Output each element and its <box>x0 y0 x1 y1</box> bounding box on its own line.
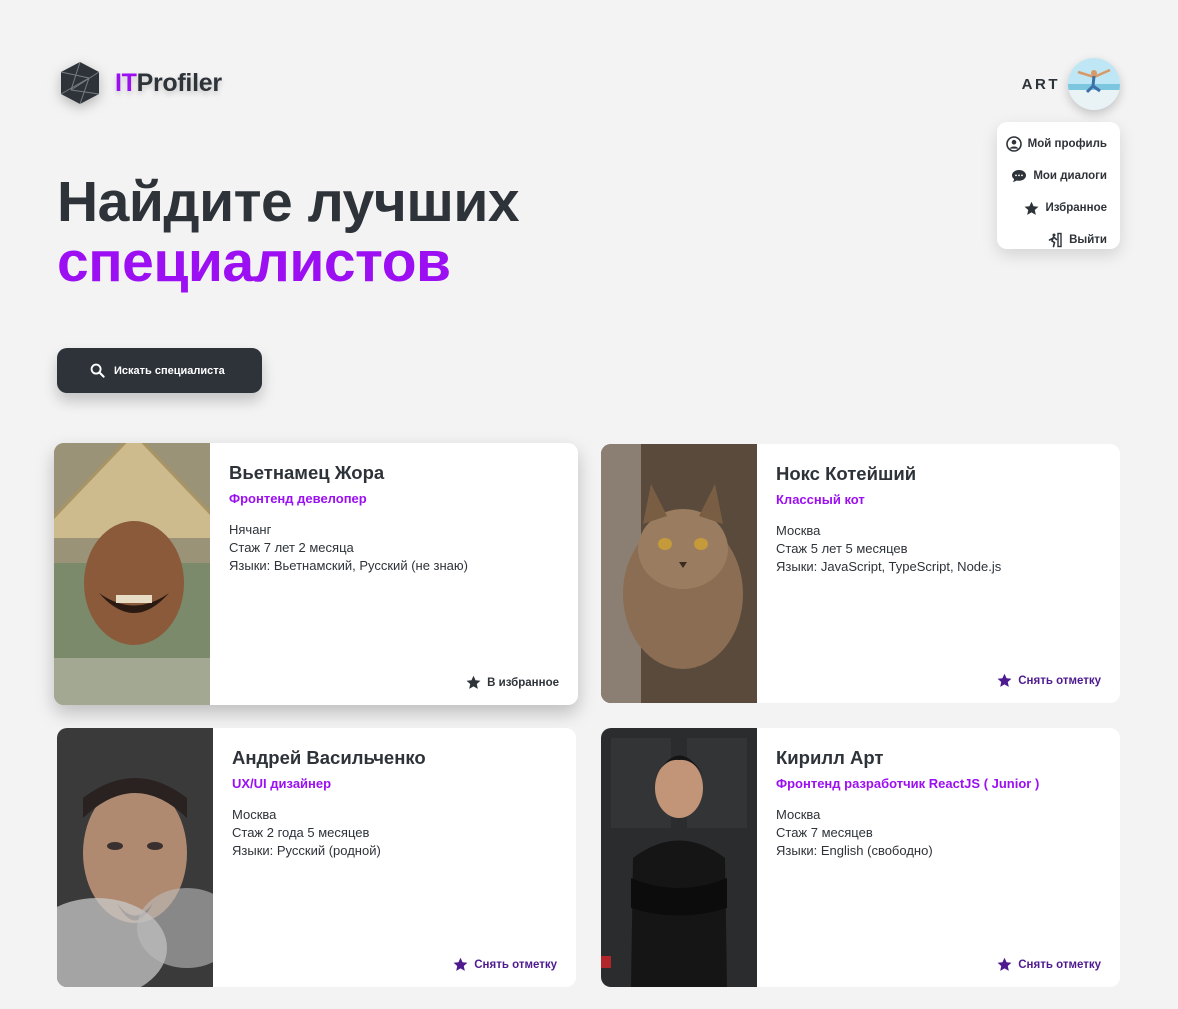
specialist-info: Москва Стаж 2 года 5 месяцев Языки: Русс… <box>232 806 557 860</box>
star-icon <box>466 675 481 689</box>
add-favorite-button[interactable]: В избранное <box>466 675 559 690</box>
specialist-role: Фронтенд девелопер <box>229 491 367 506</box>
favorite-label: В избранное <box>487 676 559 689</box>
specialist-card[interactable]: Нокс Котейший Классный кот Москва Стаж 5… <box>601 444 1120 703</box>
exit-icon <box>1048 232 1062 248</box>
user-dropdown-menu: Мой профиль Мои диалоги Избранное Выйти <box>997 122 1120 249</box>
specialist-role: Классный кот <box>776 492 865 507</box>
specialist-languages: Языки: JavaScript, TypeScript, Node.js <box>776 559 1002 574</box>
specialist-info: Москва Стаж 7 месяцев Языки: English (св… <box>776 806 1101 860</box>
specialist-name[interactable]: Андрей Васильченко <box>232 747 557 769</box>
star-icon <box>1025 201 1039 215</box>
search-icon <box>90 363 105 378</box>
specialist-experience: Стаж 7 месяцев <box>776 825 873 840</box>
card-body: Вьетнамец Жора Фронтенд девелопер Нячанг… <box>210 443 578 705</box>
specialist-name[interactable]: Кирилл Арт <box>776 747 1101 769</box>
menu-item-profile[interactable]: Мой профиль <box>997 128 1107 160</box>
menu-item-logout[interactable]: Выйти <box>997 224 1107 256</box>
search-button-label: Искать специалиста <box>114 364 225 377</box>
specialist-name[interactable]: Вьетнамец Жора <box>229 462 559 484</box>
specialist-experience: Стаж 2 года 5 месяцев <box>232 825 370 840</box>
remove-favorite-button[interactable]: Снять отметку <box>997 957 1101 972</box>
hexagon-logo-icon <box>60 61 100 105</box>
specialist-info: Москва Стаж 5 лет 5 месяцев Языки: JavaS… <box>776 522 1101 576</box>
search-specialist-button[interactable]: Искать специалиста <box>57 348 262 393</box>
specialist-photo <box>57 728 213 987</box>
specialist-experience: Стаж 7 лет 2 месяца <box>229 540 354 555</box>
hero-heading: Найдите лучших специалистов <box>57 170 520 294</box>
chat-bubble-icon <box>1012 170 1027 183</box>
specialist-city: Нячанг <box>229 522 272 537</box>
menu-item-label: Мои диалоги <box>1033 170 1107 182</box>
avatar[interactable] <box>1068 58 1120 110</box>
specialist-experience: Стаж 5 лет 5 месяцев <box>776 541 908 556</box>
menu-item-label: Мой профиль <box>1027 138 1107 150</box>
specialist-city: Москва <box>776 807 821 822</box>
menu-item-label: Выйти <box>1069 234 1107 246</box>
specialist-photo <box>601 444 757 703</box>
specialist-photo <box>601 728 757 987</box>
remove-favorite-button[interactable]: Снять отметку <box>453 957 557 972</box>
star-icon <box>997 673 1012 687</box>
specialist-info: Нячанг Стаж 7 лет 2 месяца Языки: Вьетна… <box>229 521 559 575</box>
avatar-image <box>1068 58 1120 110</box>
specialist-name[interactable]: Нокс Котейший <box>776 463 1101 485</box>
specialist-city: Москва <box>776 523 821 538</box>
hero-line-1: Найдите лучших <box>57 170 520 234</box>
menu-item-label: Избранное <box>1045 202 1107 214</box>
favorite-label: Снять отметку <box>474 958 557 971</box>
card-body: Нокс Котейший Классный кот Москва Стаж 5… <box>757 444 1120 703</box>
specialist-card[interactable]: Вьетнамец Жора Фронтенд девелопер Нячанг… <box>54 443 578 705</box>
specialist-languages: Языки: Русский (родной) <box>232 843 381 858</box>
star-icon <box>453 957 468 971</box>
menu-item-dialogs[interactable]: Мои диалоги <box>997 160 1107 192</box>
specialist-languages: Языки: English (свободно) <box>776 843 933 858</box>
logo-text-accent: IT <box>115 68 137 97</box>
card-body: Андрей Васильченко UX/UI дизайнер Москва… <box>213 728 576 987</box>
specialist-photo <box>54 443 210 705</box>
logo-text-rest: Profiler <box>136 68 222 97</box>
specialist-role: UX/UI дизайнер <box>232 776 332 791</box>
specialist-languages: Языки: Вьетнамский, Русский (не знаю) <box>229 558 468 573</box>
specialist-card[interactable]: Кирилл Арт Фронтенд разработчик ReactJS … <box>601 728 1120 987</box>
logo-text: ITProfiler <box>115 69 222 98</box>
user-profile-toggle[interactable]: ART <box>1022 58 1120 110</box>
favorite-label: Снять отметку <box>1018 958 1101 971</box>
logo[interactable]: ITProfiler <box>57 60 222 106</box>
specialist-city: Москва <box>232 807 277 822</box>
specialist-role: Фронтенд разработчик ReactJS ( Junior ) <box>776 776 1040 791</box>
menu-item-favorites[interactable]: Избранное <box>997 192 1107 224</box>
user-name: ART <box>1021 75 1060 93</box>
specialist-card[interactable]: Андрей Васильченко UX/UI дизайнер Москва… <box>57 728 576 987</box>
remove-favorite-button[interactable]: Снять отметку <box>997 673 1101 688</box>
star-icon <box>997 957 1012 971</box>
favorite-label: Снять отметку <box>1018 674 1101 687</box>
user-circle-icon <box>1005 136 1022 152</box>
hero-line-2: специалистов <box>57 230 451 294</box>
card-body: Кирилл Арт Фронтенд разработчик ReactJS … <box>757 728 1120 987</box>
